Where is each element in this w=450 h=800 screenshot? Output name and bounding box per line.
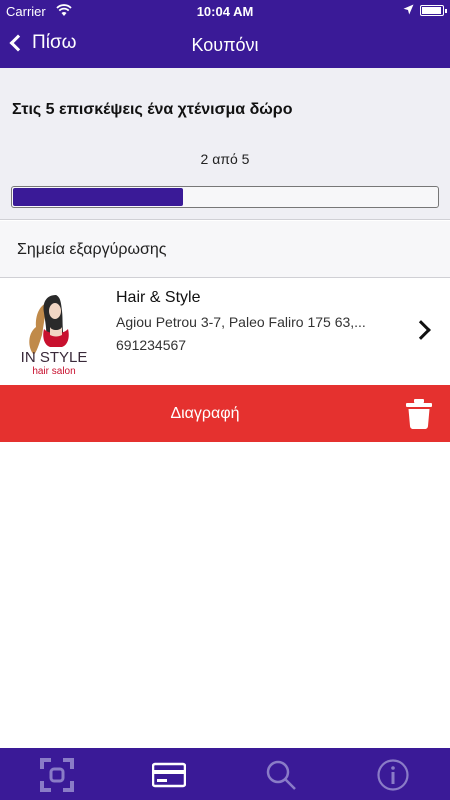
progress-text: 2 από 5 [0, 151, 450, 167]
tab-scan[interactable] [40, 758, 74, 792]
scan-icon [42, 760, 72, 790]
trash-icon [406, 399, 432, 429]
logo-text-sub: hair salon [32, 366, 75, 377]
store-address: Agiou Petrou 3-7, Paleo Faliro 175 63,..… [116, 314, 391, 330]
location-arrow-icon [403, 4, 414, 15]
progress-fill [13, 188, 183, 206]
card-icon [153, 764, 185, 786]
delete-button[interactable]: Διαγραφή [0, 385, 450, 442]
logo-text-main: IN STYLE [21, 349, 88, 366]
search-icon [268, 762, 295, 789]
info-icon [379, 761, 408, 790]
store-phone: 691234567 [116, 337, 186, 353]
store-name: Hair & Style [116, 289, 200, 307]
battery-icon [420, 5, 444, 16]
tab-coupons[interactable] [152, 758, 186, 792]
progress-bar [11, 186, 439, 208]
chevron-right-icon [411, 320, 431, 340]
coupon-header: Στις 5 επισκέψεις ένα χτένισμα δώρο 2 απ… [0, 68, 450, 220]
redemption-section-header: Σημεία εξαργύρωσης [0, 221, 450, 278]
status-bar: Carrier 10:04 AM [0, 0, 450, 22]
section-label: Σημεία εξαργύρωσης [17, 241, 166, 259]
tab-bar [0, 748, 450, 800]
salon-logo: IN STYLE hair salon [14, 289, 94, 379]
page-title: Κουπόνι [0, 35, 450, 56]
store-row[interactable]: IN STYLE hair salon Hair & Style Agiou P… [0, 279, 450, 384]
nav-bar: Πίσω Κουπόνι [0, 22, 450, 68]
tab-info[interactable] [376, 758, 410, 792]
tab-search[interactable] [264, 758, 298, 792]
status-time: 10:04 AM [0, 4, 450, 19]
delete-label: Διαγραφή [0, 405, 410, 423]
coupon-title: Στις 5 επισκέψεις ένα χτένισμα δώρο [12, 101, 292, 119]
